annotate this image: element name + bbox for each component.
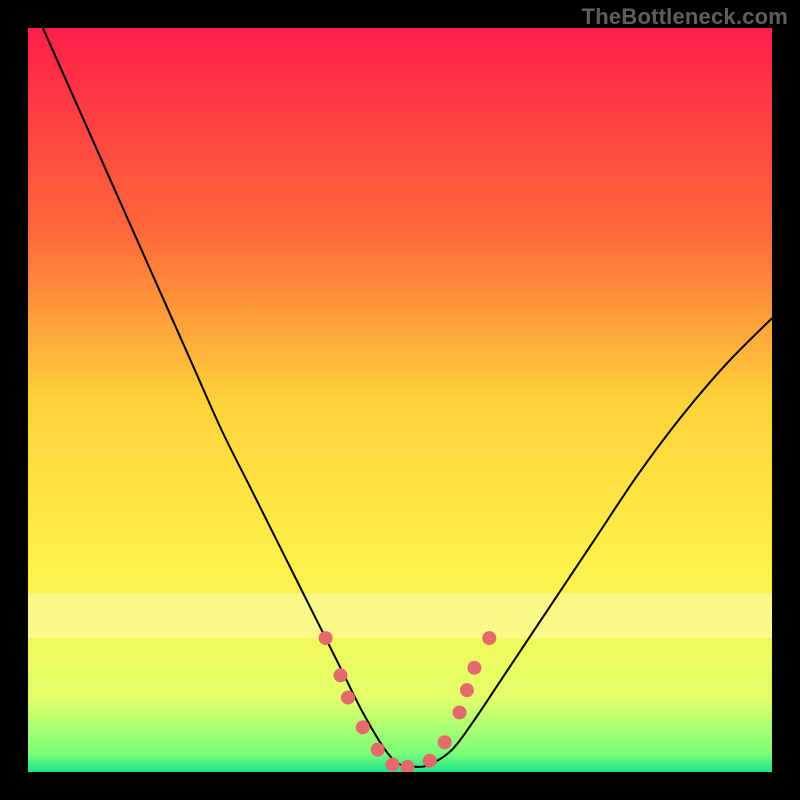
curve-marker [460,683,474,697]
curve-marker [371,743,385,757]
curve-marker [482,631,496,645]
curve-marker [423,754,437,768]
curve-marker [467,661,481,675]
bottleneck-chart [28,28,772,772]
chart-frame [28,28,772,772]
gradient-background [28,28,772,772]
curve-marker [319,631,333,645]
watermark-text: TheBottleneck.com [582,4,788,30]
curve-marker [341,691,355,705]
curve-marker [333,668,347,682]
curve-marker [438,735,452,749]
curve-marker [386,758,400,772]
highlight-band [28,593,772,638]
curve-marker [453,705,467,719]
curve-marker [356,720,370,734]
